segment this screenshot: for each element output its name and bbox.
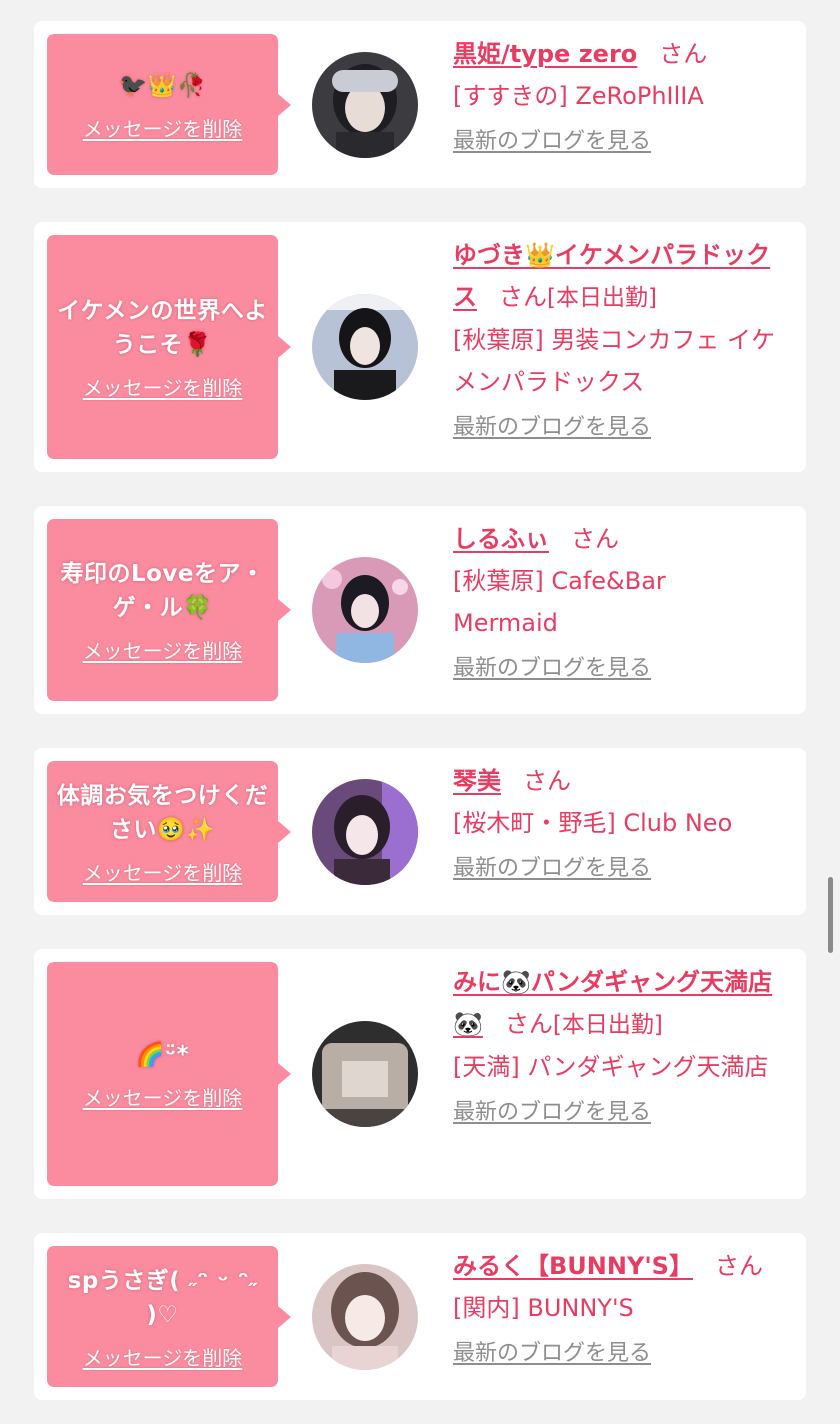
cast-avatar[interactable] — [312, 294, 418, 400]
delete-message-link[interactable]: メッセージを削除 — [83, 639, 243, 663]
cast-card: 体調お気をつけください🥹✨ メッセージを削除 琴美 さん [桜木町・野毛] Clu… — [34, 748, 806, 915]
shop-name: [桜木町・野毛] Club Neo — [453, 809, 733, 837]
latest-blog-link[interactable]: 最新のブログを見る — [453, 654, 651, 684]
honorific: さん — [523, 767, 571, 795]
message-bubble: 体調お気をつけください🥹✨ メッセージを削除 — [47, 761, 291, 902]
message-text: 🌈ᵕ̈* — [135, 1042, 190, 1068]
cast-avatar[interactable] — [312, 52, 418, 158]
message-bubble: spうさぎ( ˶ᵔ ᵕ ᵔ˶ )♡ メッセージを削除 — [47, 1246, 291, 1387]
cast-info: 黒姫/type zero さん [すすきの] ZeRoPhIlIA 最新のブログを… — [453, 33, 792, 157]
latest-blog-link[interactable]: 最新のブログを見る — [453, 854, 651, 884]
message-bubble: 🐦‍⬛👑🥀 メッセージを削除 — [47, 34, 291, 175]
cast-card: 🐦‍⬛👑🥀 メッセージを削除 黒姫/type zero さん [すすきの] ZeR… — [34, 21, 806, 188]
cast-card: 🌈ᵕ̈* メッセージを削除 みに🐼パンダギャング天満店🐼 さん[本日出勤] [天満… — [34, 949, 806, 1199]
shop-name: [関内] BUNNY'S — [453, 1294, 634, 1322]
cast-info: 琴美 さん [桜木町・野毛] Club Neo 最新のブログを見る — [453, 760, 792, 884]
shop-name: [秋葉原] Cafe&Bar Mermaid — [453, 567, 666, 637]
cast-info: みるく【BUNNY'S】 さん [関内] BUNNY'S 最新のブログを見る — [453, 1245, 792, 1369]
cast-card: 寿印のLoveをア・ゲ・ル🍀 メッセージを削除 しるふぃ さん [秋葉原] Caf… — [34, 506, 806, 714]
name-line: しるふぃ さん — [453, 518, 792, 560]
latest-blog-link[interactable]: 最新のブログを見る — [453, 1098, 651, 1128]
delete-message-link[interactable]: メッセージを削除 — [83, 117, 243, 141]
message-text: イケメンの世界へようこそ🌹 — [57, 298, 268, 358]
cast-avatar[interactable] — [312, 1264, 418, 1370]
message-bubble: イケメンの世界へようこそ🌹 メッセージを削除 — [47, 235, 291, 459]
scrollbar[interactable] — [828, 877, 833, 953]
name-line: 黒姫/type zero さん — [453, 33, 792, 75]
delete-message-link[interactable]: メッセージを削除 — [83, 1346, 243, 1370]
message-text: 🐦‍⬛👑🥀 — [118, 72, 207, 99]
name-line: みるく【BUNNY'S】 さん — [453, 1245, 792, 1287]
cast-name-link[interactable]: 黒姫/type zero — [453, 40, 637, 68]
honorific: さん — [714, 1252, 763, 1280]
cast-card: イケメンの世界へようこそ🌹 メッセージを削除 ゆづき👑イケメンパラドックス さん[… — [34, 222, 806, 472]
honorific: さん — [499, 283, 547, 311]
latest-blog-link[interactable]: 最新のブログを見る — [453, 413, 651, 443]
message-bubble: 寿印のLoveをア・ゲ・ル🍀 メッセージを削除 — [47, 519, 291, 701]
cast-name-link[interactable]: 琴美 — [453, 767, 501, 795]
shop-name: [秋葉原] 男装コンカフェ イケメンパラドックス — [453, 326, 775, 396]
cast-info: しるふぃ さん [秋葉原] Cafe&Bar Mermaid 最新のブログを見る — [453, 518, 792, 684]
cast-avatar[interactable] — [312, 557, 418, 663]
cast-name-link[interactable]: しるふぃ — [453, 525, 549, 553]
name-line: 琴美 さん — [453, 760, 792, 802]
honorific: さん — [659, 40, 708, 68]
favorites-list-page: 🐦‍⬛👑🥀 メッセージを削除 黒姫/type zero さん [すすきの] ZeR… — [0, 0, 840, 1424]
shop-name: [天満] パンダギャング天満店 — [453, 1053, 769, 1081]
delete-message-link[interactable]: メッセージを削除 — [83, 376, 243, 400]
message-text: 寿印のLoveをア・ゲ・ル🍀 — [60, 561, 265, 621]
avatar-photo-icon — [312, 294, 418, 400]
cast-card: spうさぎ( ˶ᵔ ᵕ ᵔ˶ )♡ メッセージを削除 みるく【BUNNY'S】さ… — [34, 1233, 806, 1400]
honorific: さん — [504, 1010, 553, 1038]
message-bubble: 🌈ᵕ̈* メッセージを削除 — [47, 962, 291, 1186]
avatar-photo-icon — [312, 1021, 418, 1127]
cast-info: ゆづき👑イケメンパラドックス さん[本日出勤] [秋葉原] 男装コンカフェ イケメ… — [453, 234, 792, 443]
delete-message-link[interactable]: メッセージを削除 — [83, 1086, 243, 1110]
avatar-photo-icon — [312, 557, 418, 663]
honorific: さん — [571, 525, 619, 553]
cast-avatar[interactable] — [312, 779, 418, 885]
delete-message-link[interactable]: メッセージを削除 — [83, 861, 243, 885]
cast-info: みに🐼パンダギャング天満店🐼 さん[本日出勤] [天満] パンダギャング天満店 最… — [453, 961, 792, 1128]
avatar-photo-icon — [312, 1264, 418, 1370]
shop-name: [すすきの] ZeRoPhIlIA — [453, 82, 704, 110]
latest-blog-link[interactable]: 最新のブログを見る — [453, 127, 651, 157]
message-text: spうさぎ( ˶ᵔ ᵕ ᵔ˶ )♡ — [67, 1267, 258, 1328]
message-text: 体調お気をつけください🥹✨ — [56, 782, 269, 843]
latest-blog-link[interactable]: 最新のブログを見る — [453, 1339, 651, 1369]
name-line: ゆづき👑イケメンパラドックス さん[本日出勤] — [453, 234, 792, 319]
on-duty-today-badge: [本日出勤] — [547, 285, 657, 311]
name-line: みに🐼パンダギャング天満店🐼 さん[本日出勤] — [453, 961, 792, 1046]
cast-name-link[interactable]: みるく【BUNNY'S】 — [453, 1252, 693, 1280]
cast-avatar[interactable] — [312, 1021, 418, 1127]
avatar-photo-icon — [312, 52, 418, 158]
on-duty-today-badge: [本日出勤] — [552, 1012, 663, 1038]
avatar-photo-icon — [312, 779, 418, 885]
